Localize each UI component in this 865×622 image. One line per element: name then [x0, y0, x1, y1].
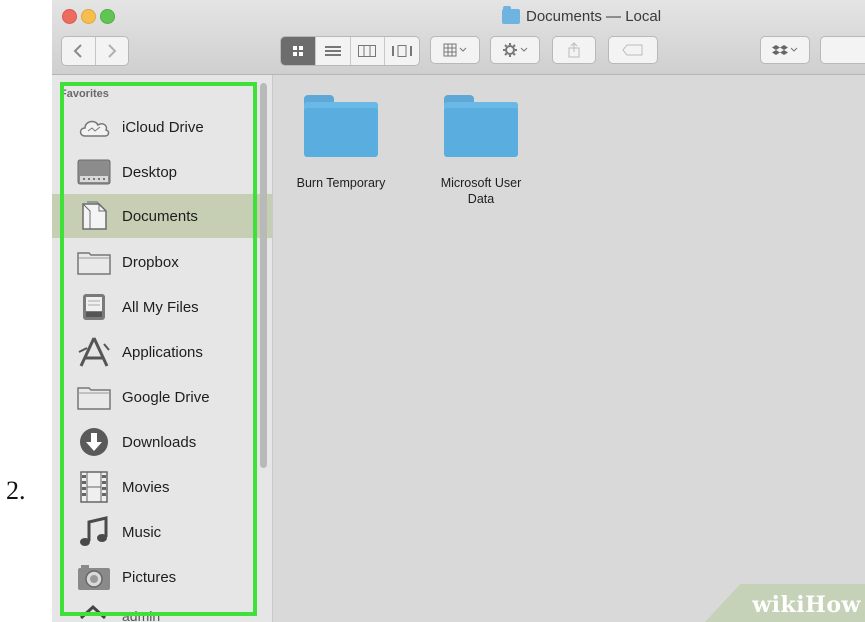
- minimize-window-button[interactable]: [81, 9, 96, 24]
- action-button[interactable]: [490, 36, 540, 64]
- file-item[interactable]: Burn Temporary: [281, 95, 401, 191]
- cover-flow-view-icon: [392, 45, 413, 57]
- finder-window: Documents — Local Favorites iCloud Drive…: [52, 0, 865, 622]
- icon-view-icon: [292, 46, 303, 56]
- dropbox-button[interactable]: [760, 36, 810, 64]
- sidebar-item-google-drive[interactable]: Google Drive: [52, 375, 272, 419]
- sidebar-item-label: Applications: [122, 343, 203, 361]
- tag-button[interactable]: [608, 36, 658, 64]
- music-note-icon: [76, 516, 112, 547]
- sidebar-item-documents[interactable]: Documents: [52, 194, 272, 238]
- sidebar-item-label: Dropbox: [122, 253, 179, 271]
- sidebar-item-label: Music: [122, 523, 162, 541]
- window-title: Documents — Local: [502, 5, 662, 26]
- folder-icon: [502, 5, 520, 24]
- sidebar-item-icloud-drive[interactable]: iCloud Drive: [52, 105, 272, 149]
- chevron-left-icon: [73, 44, 82, 58]
- cover-flow-view-button[interactable]: [384, 37, 419, 65]
- cloud-icon: [76, 112, 112, 142]
- sidebar-item-label: iCloud Drive: [122, 118, 204, 136]
- tag-icon: [622, 44, 643, 56]
- sidebar-item-downloads[interactable]: Downloads: [52, 420, 272, 464]
- watermark-how: How: [805, 592, 861, 618]
- sidebar-item-movies[interactable]: Movies: [52, 465, 272, 509]
- sidebar-item-all-my-files[interactable]: All My Files: [52, 285, 272, 329]
- share-icon: [568, 42, 580, 58]
- file-name: Burn Temporary: [296, 176, 386, 190]
- search-field[interactable]: [820, 36, 865, 64]
- titlebar: Documents — Local: [52, 0, 865, 75]
- back-button[interactable]: [62, 37, 95, 65]
- folder-icon: [304, 95, 378, 157]
- sidebar-item-desktop[interactable]: Desktop: [52, 150, 272, 194]
- folder-icon: [444, 95, 518, 157]
- window-title-text: Documents — Local: [526, 7, 662, 25]
- download-icon: [76, 427, 112, 457]
- sidebar-item-label: Downloads: [122, 433, 197, 451]
- chevron-right-icon: [108, 44, 117, 58]
- applications-icon: [76, 337, 112, 367]
- file-name: Microsoft User Data: [440, 176, 522, 206]
- sidebar-item-label: admin: [122, 608, 161, 622]
- watermark-wiki: wiki: [752, 592, 806, 618]
- home-icon: [78, 604, 108, 622]
- sidebar-item-label: Desktop: [122, 163, 178, 181]
- list-view-icon: [324, 46, 341, 56]
- list-view-button[interactable]: [314, 37, 350, 65]
- film-icon: [76, 471, 112, 503]
- desktop-icon: [76, 157, 112, 187]
- zoom-window-button[interactable]: [100, 9, 115, 24]
- sidebar-item-admin[interactable]: admin: [52, 602, 272, 622]
- sidebar-item-pictures[interactable]: Pictures: [52, 555, 272, 599]
- file-item[interactable]: Microsoft User Data: [421, 95, 541, 207]
- column-view-button[interactable]: [349, 37, 385, 65]
- forward-button[interactable]: [94, 37, 129, 65]
- file-drawer-icon: [76, 292, 112, 322]
- sidebar-item-label: All My Files: [122, 298, 199, 316]
- grid-arrange-icon: [443, 43, 467, 57]
- gear-icon: [503, 43, 528, 57]
- folder-icon: [76, 247, 112, 277]
- back-forward-group: [61, 36, 129, 66]
- arrange-button[interactable]: [430, 36, 480, 64]
- view-mode-group: [280, 36, 420, 66]
- sidebar-item-label: Movies: [122, 478, 170, 496]
- sidebar-item-music[interactable]: Music: [52, 510, 272, 554]
- file-browser-content: Burn Temporary Microsoft User Data wikiH…: [273, 75, 865, 622]
- camera-icon: [76, 562, 112, 592]
- sidebar-section-favorites: Favorites: [60, 88, 109, 100]
- sidebar-item-applications[interactable]: Applications: [52, 330, 272, 374]
- sidebar-item-label: Google Drive: [122, 388, 210, 406]
- dropbox-icon: [772, 45, 798, 55]
- step-number: 2.: [6, 476, 26, 505]
- sidebar: Favorites iCloud Drive Desktop Documents…: [52, 75, 273, 622]
- column-view-icon: [358, 45, 377, 57]
- share-button[interactable]: [552, 36, 596, 64]
- sidebar-item-dropbox[interactable]: Dropbox: [52, 240, 272, 284]
- sidebar-item-label: Documents: [122, 207, 198, 225]
- wikihow-watermark: wikiHow: [752, 592, 861, 618]
- close-window-button[interactable]: [62, 9, 77, 24]
- sidebar-scrollbar[interactable]: [260, 83, 267, 468]
- documents-icon: [76, 201, 112, 231]
- sidebar-item-label: Pictures: [122, 568, 177, 586]
- folder-icon: [76, 382, 112, 412]
- icon-view-button[interactable]: [281, 37, 315, 65]
